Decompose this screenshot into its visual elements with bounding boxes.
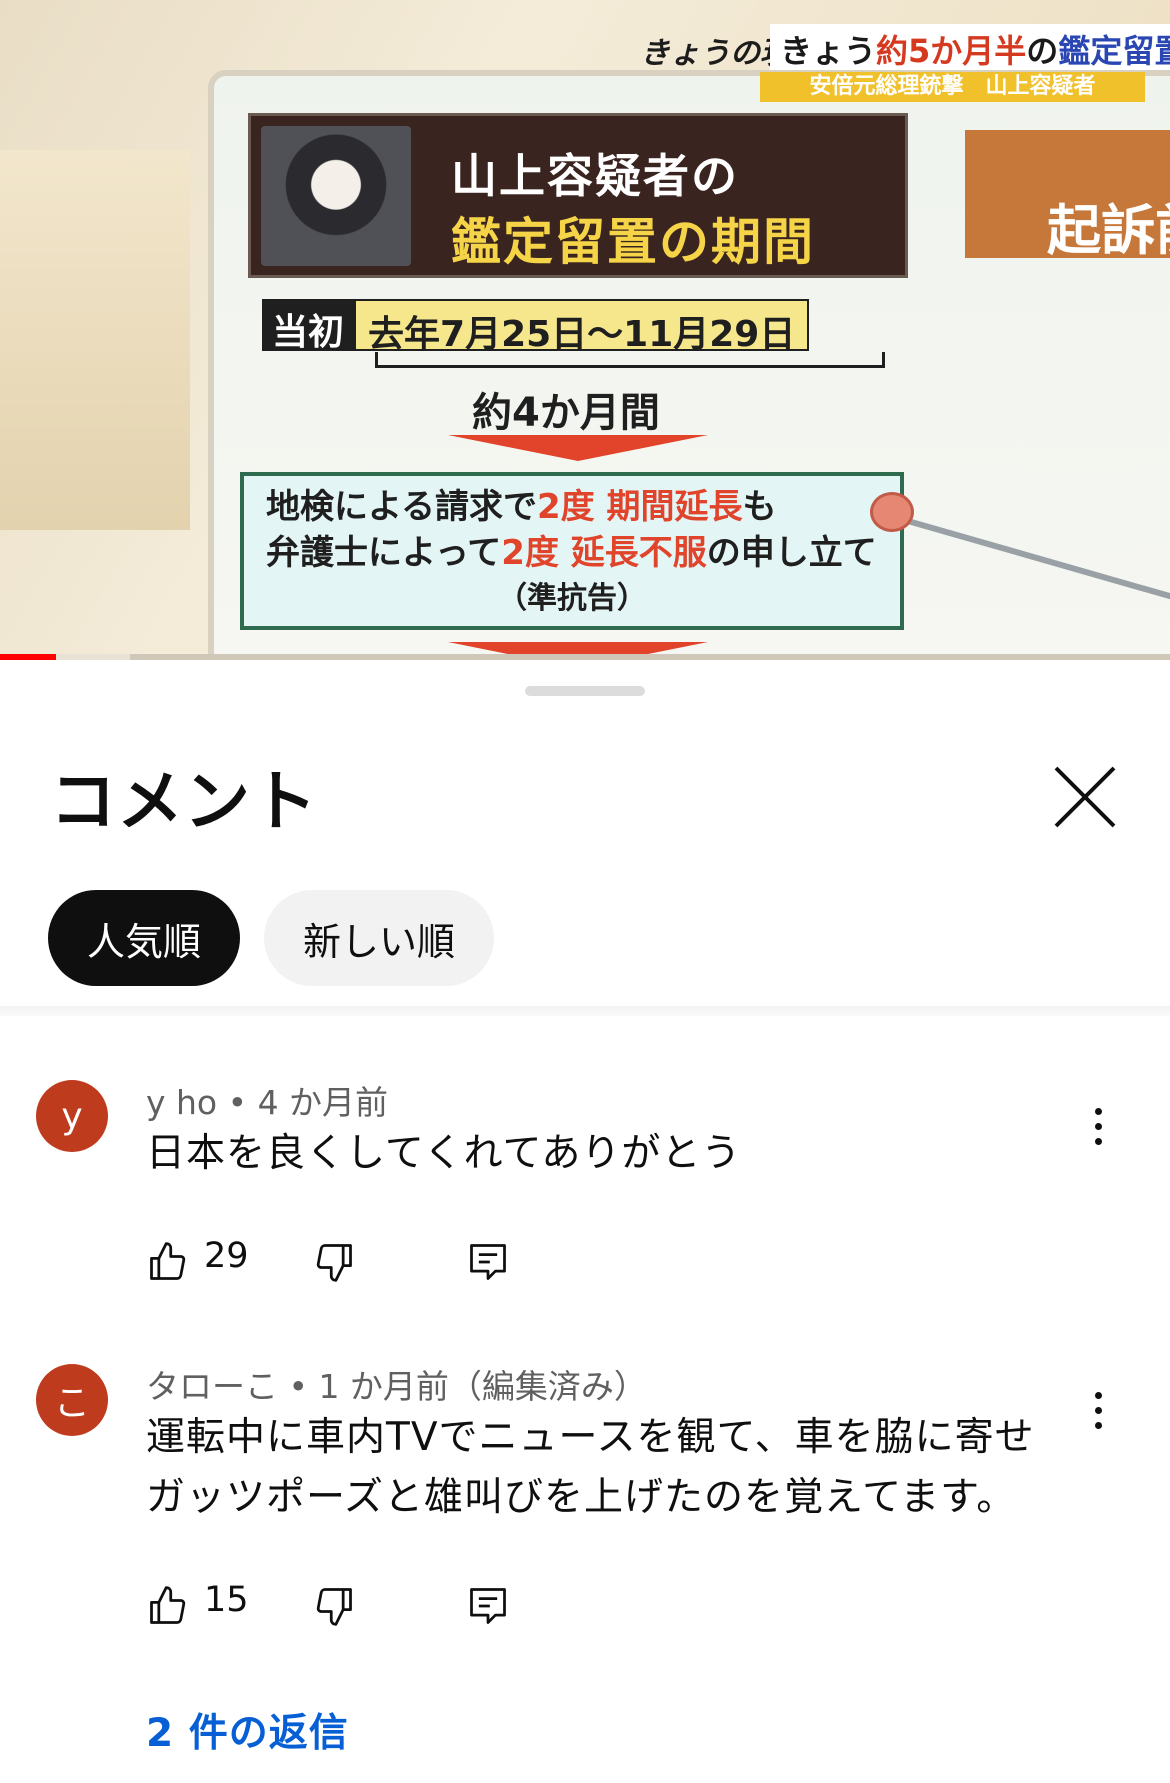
extension-line2-a: 弁護士によって: [266, 533, 502, 573]
comment-text: 運転中に車内TVでニュースを観て、車を脇に寄せガッツポーズと雄叫びを上げたのを覚…: [146, 1415, 1035, 1520]
more-vert-icon[interactable]: [1080, 1096, 1116, 1156]
divider: [0, 1006, 1170, 1016]
extension-line1-b: 2度 期間延長: [536, 487, 743, 527]
reply-icon[interactable]: [466, 1584, 510, 1628]
pointer-tip: [870, 492, 914, 532]
comment-meta: タローこ • 1 か月前（編集済み）: [146, 1367, 647, 1406]
board-side-label: 起訴前: [965, 130, 1170, 258]
suspect-photo: [261, 126, 411, 266]
ticker-headline-b: 約5か月半: [876, 32, 1027, 70]
ticker-subline: 安倍元総理銃撃 山上容疑者: [760, 72, 1145, 102]
extension-line2-b: 2度 延長不服: [501, 533, 707, 573]
news-ticker: きょうの現場 きょう約5か月半の鑑定留置終了 安倍元総理銃撃 山上容疑者: [640, 22, 1170, 102]
comment-text: 日本を良くしてくれてありがとう: [146, 1131, 742, 1176]
board-title-line1: 山上容疑者の: [451, 149, 739, 203]
ticker-headline: きょう約5か月半の鑑定留置終了: [770, 24, 1170, 70]
extension-box: 地検による請求で2度 期間延長も 弁護士によって2度 延長不服の申し立て （準抗…: [240, 472, 904, 630]
period-row: 当初 去年7月25日～11月29日: [262, 299, 810, 355]
period-label: 当初: [262, 299, 355, 353]
reply-icon[interactable]: [466, 1240, 510, 1284]
thumb-up-icon[interactable]: [146, 1240, 190, 1284]
ticker-headline-c: の: [1026, 32, 1059, 70]
thumb-down-icon[interactable]: [312, 1584, 356, 1628]
extension-line1-a: 地検による請求で: [266, 487, 537, 527]
comments-sheet: コメント 人気順 新しい順 y y ho • 4 か月前 日本を良くしてくれてあ…: [0, 660, 1170, 1783]
comment-meta: y ho • 4 か月前: [146, 1083, 389, 1122]
duration-label: 約4か月間: [472, 390, 660, 436]
sheet-title: コメント: [50, 763, 318, 840]
extension-line2: 弁護士によって2度 延長不服の申し立て: [266, 530, 900, 576]
close-icon[interactable]: [1050, 762, 1120, 832]
sort-popular-chip[interactable]: 人気順: [48, 890, 240, 986]
ticker-headline-a: きょう: [780, 32, 877, 70]
more-vert-icon[interactable]: [1080, 1380, 1116, 1440]
avatar[interactable]: y: [36, 1080, 108, 1152]
thumb-down-icon[interactable]: [312, 1240, 356, 1284]
bracket: [375, 352, 885, 368]
comment-actions: 15: [146, 1576, 746, 1636]
sort-newest-chip[interactable]: 新しい順: [264, 890, 494, 986]
extension-line3: （準抗告）: [497, 581, 647, 616]
extension-line1-c: も: [742, 487, 777, 527]
avatar[interactable]: こ: [36, 1364, 108, 1436]
extension-line1: 地検による請求で2度 期間延長も: [266, 484, 900, 530]
board-header: 山上容疑者の 鑑定留置の期間: [248, 113, 908, 278]
arrow-down: [448, 435, 708, 461]
ticker-headline-d: 鑑定留置: [1058, 32, 1170, 70]
video-player[interactable]: 山上容疑者の 鑑定留置の期間 起訴前 当初 去年7月25日～11月29日 約4か…: [0, 0, 1170, 660]
like-count: 29: [204, 1236, 249, 1276]
extension-line2-c: の申し立て: [706, 533, 877, 573]
board-title-line2: 鑑定留置の期間: [451, 213, 815, 271]
studio-background: [0, 150, 190, 530]
period-value: 去年7月25日～11月29日: [354, 299, 810, 355]
comment-actions: 29: [146, 1232, 746, 1292]
thumb-up-icon[interactable]: [146, 1584, 190, 1628]
drag-handle[interactable]: [525, 686, 645, 696]
view-replies-link[interactable]: 2 件の返信: [146, 1702, 349, 1758]
like-count: 15: [204, 1580, 249, 1620]
